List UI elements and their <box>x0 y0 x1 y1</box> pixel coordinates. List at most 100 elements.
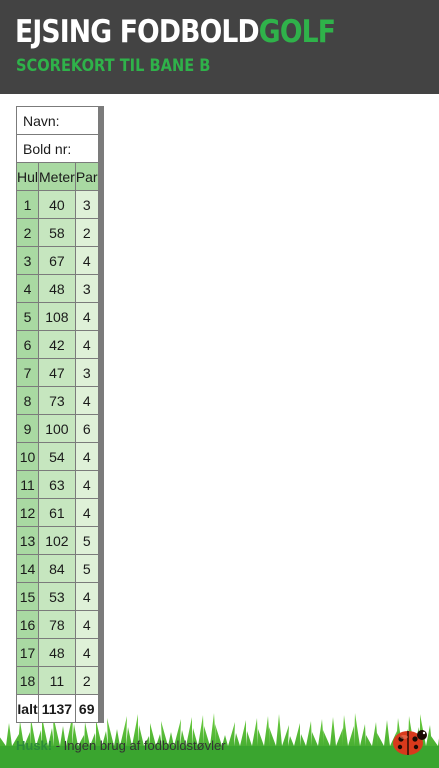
score-cell[interactable] <box>101 246 104 275</box>
hole-meter: 67 <box>38 246 76 275</box>
total-par: 69 <box>74 694 99 723</box>
hole-par: 4 <box>74 330 99 359</box>
score-cell[interactable] <box>101 526 104 555</box>
hole-par: 3 <box>74 358 99 387</box>
score-cell[interactable] <box>101 638 104 667</box>
score-cell[interactable] <box>101 218 104 247</box>
score-cell[interactable] <box>101 610 104 639</box>
header-banner: EJSING FODBOLDGOLF SCOREKORT TIL BANE B <box>0 0 439 94</box>
hole-meter: 48 <box>38 274 76 303</box>
ball-label: Bold nr: <box>16 134 99 163</box>
footer-note: Husk! - Ingen brug af fodboldstøvler <box>16 738 226 753</box>
hole-par: 5 <box>74 554 99 583</box>
hole-par: 4 <box>74 386 99 415</box>
score-cell[interactable] <box>101 162 104 191</box>
score-cell[interactable] <box>101 330 104 359</box>
title-accent: GOLF <box>258 14 336 50</box>
hole-par: 4 <box>74 498 99 527</box>
total-label: Ialt <box>15 694 40 723</box>
hole-number: 17 <box>15 638 40 667</box>
hole-row: 1 40 3 <box>15 190 104 219</box>
score-cell[interactable] <box>101 442 104 471</box>
score-cell[interactable] <box>101 582 104 611</box>
hole-meter: 53 <box>38 582 76 611</box>
hole-row: 11 63 4 <box>15 470 104 499</box>
hole-meter: 102 <box>38 526 76 555</box>
hole-par: 3 <box>74 274 99 303</box>
score-cell[interactable] <box>101 554 104 583</box>
hole-par: 4 <box>74 638 99 667</box>
hole-row: 14 84 5 <box>15 554 104 583</box>
hole-number: 5 <box>15 302 40 331</box>
hole-row: 10 54 4 <box>15 442 104 471</box>
ladybug-icon <box>393 730 427 755</box>
hole-number: 7 <box>15 358 40 387</box>
total-row: Ialt 1137 69 <box>15 694 104 723</box>
column-header-meter: Meter <box>38 162 76 191</box>
total-meter: 1137 <box>38 694 76 723</box>
score-cell[interactable] <box>101 498 104 527</box>
hole-meter: 58 <box>38 218 76 247</box>
column-header-par: Par <box>74 162 99 191</box>
hole-par: 2 <box>74 666 99 695</box>
hole-meter: 47 <box>38 358 76 387</box>
hole-row: 13 102 5 <box>15 526 104 555</box>
hole-row: 8 73 4 <box>15 386 104 415</box>
score-cell[interactable] <box>101 414 104 443</box>
column-header-row: Hul Meter Par <box>15 162 104 191</box>
hole-meter: 54 <box>38 442 76 471</box>
hole-row: 7 47 3 <box>15 358 104 387</box>
score-cell[interactable] <box>101 134 104 163</box>
hole-number: 11 <box>15 470 40 499</box>
hole-meter: 40 <box>38 190 76 219</box>
score-cell[interactable] <box>101 190 104 219</box>
hole-row: 9 100 6 <box>15 414 104 443</box>
hole-row: 5 108 4 <box>15 302 104 331</box>
hole-par: 5 <box>74 526 99 555</box>
hole-number: 13 <box>15 526 40 555</box>
hole-par: 4 <box>74 442 99 471</box>
hole-meter: 100 <box>38 414 76 443</box>
hole-par: 4 <box>74 246 99 275</box>
hole-meter: 11 <box>38 666 76 695</box>
score-cell[interactable] <box>101 106 104 135</box>
page-title: EJSING FODBOLDGOLF <box>15 8 336 56</box>
score-cell[interactable] <box>101 666 104 695</box>
hole-number: 16 <box>15 610 40 639</box>
score-cell[interactable] <box>101 302 104 331</box>
scorecard-table: Navn: Bold nr: Hul Meter Par 1 40 3 2 58 2 3 67… <box>15 106 104 723</box>
hole-number: 18 <box>15 666 40 695</box>
hole-number: 14 <box>15 554 40 583</box>
hole-number: 1 <box>15 190 40 219</box>
hole-row: 3 67 4 <box>15 246 104 275</box>
hole-number: 8 <box>15 386 40 415</box>
hole-number: 9 <box>15 414 40 443</box>
hole-par: 4 <box>74 582 99 611</box>
hole-row: 6 42 4 <box>15 330 104 359</box>
hole-par: 4 <box>74 610 99 639</box>
hole-meter: 108 <box>38 302 76 331</box>
footer-strong: Husk! <box>16 738 53 753</box>
footer-text: - Ingen brug af fodboldstøvler <box>52 738 226 753</box>
hole-number: 3 <box>15 246 40 275</box>
hole-row: 2 58 2 <box>15 218 104 247</box>
hole-par: 2 <box>74 218 99 247</box>
hole-number: 12 <box>15 498 40 527</box>
name-label: Navn: <box>16 106 99 135</box>
score-cell[interactable] <box>101 274 104 303</box>
column-header-hul: Hul <box>15 162 40 191</box>
score-cell[interactable] <box>101 386 104 415</box>
hole-meter: 73 <box>38 386 76 415</box>
hole-number: 4 <box>15 274 40 303</box>
hole-row: 12 61 4 <box>15 498 104 527</box>
hole-meter: 61 <box>38 498 76 527</box>
hole-number: 2 <box>15 218 40 247</box>
score-cell[interactable] <box>101 358 104 387</box>
hole-meter: 78 <box>38 610 76 639</box>
name-row: Navn: <box>16 106 104 135</box>
hole-row: 18 11 2 <box>15 666 104 695</box>
hole-par: 4 <box>74 470 99 499</box>
score-cell[interactable] <box>101 470 104 499</box>
score-cell[interactable] <box>101 694 104 723</box>
ball-row: Bold nr: <box>16 134 104 163</box>
